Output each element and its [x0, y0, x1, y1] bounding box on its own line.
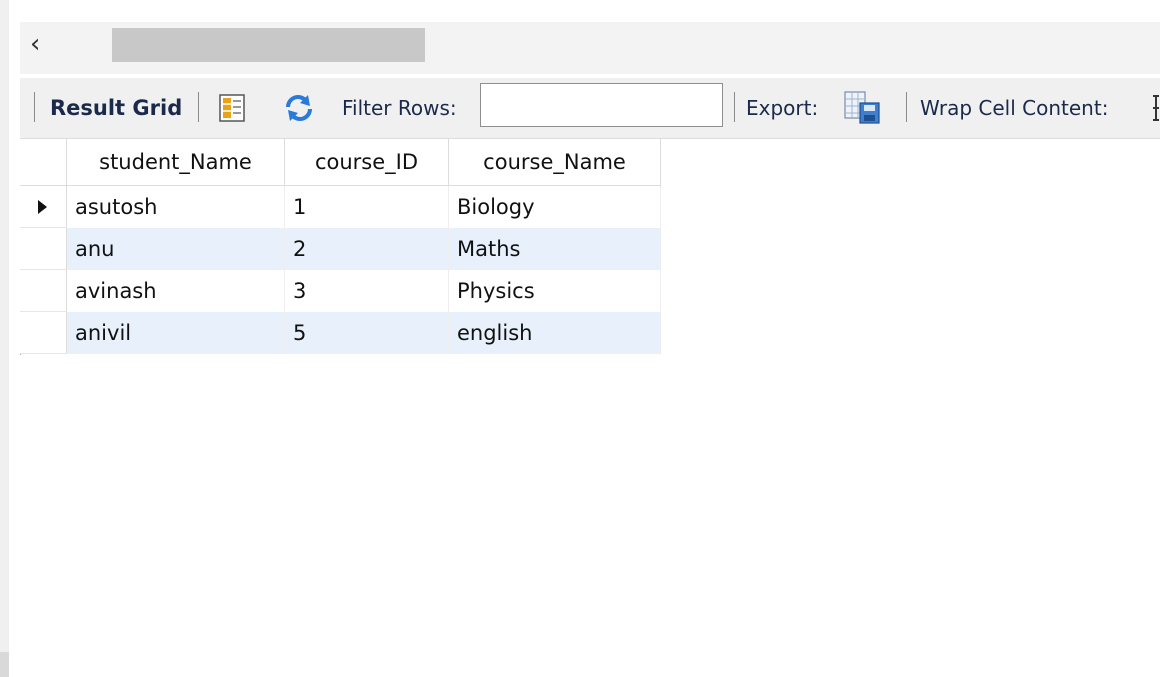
table-cell[interactable]: asutosh [66, 185, 285, 228]
result-toolbar: Result Grid Filter Rows: Export: Wrap Ce… [20, 78, 1160, 139]
table-cell[interactable]: english [448, 311, 661, 354]
table-row[interactable]: asutosh 1 Biology [20, 185, 661, 228]
table-row[interactable]: anivil 5 english [20, 311, 661, 354]
table-cell[interactable]: Physics [448, 269, 661, 312]
toolbar-separator [198, 92, 199, 122]
grid-corner[interactable] [20, 139, 67, 186]
table-cell[interactable]: 2 [284, 227, 449, 270]
result-grid-button[interactable]: Result Grid [50, 78, 182, 138]
export-label: Export: [746, 96, 819, 120]
current-row-arrow-icon [38, 199, 47, 214]
table-cell[interactable]: Biology [448, 185, 661, 228]
result-grid-window: ‹ Result Grid Filter Rows: Export: Wrap … [0, 0, 1160, 677]
toolbar-separator [34, 92, 35, 122]
table-header-row: student_Name course_ID course_Name [20, 139, 661, 186]
table-row[interactable]: anu 2 Maths [20, 227, 661, 270]
row-marker[interactable] [20, 227, 67, 270]
table-cell[interactable]: 5 [284, 311, 449, 354]
column-header-course-id[interactable]: course_ID [284, 139, 449, 186]
refresh-icon[interactable] [282, 78, 316, 138]
bottom-left-edge [0, 652, 9, 677]
column-header-course-name[interactable]: course_Name [448, 139, 661, 186]
toolbar-separator [734, 92, 735, 122]
table-row[interactable]: avinash 3 Physics [20, 269, 661, 312]
table-cell[interactable]: avinash [66, 269, 285, 312]
result-grid-table: student_Name course_ID course_Name asuto… [20, 139, 661, 354]
row-marker[interactable] [20, 185, 67, 228]
wrap-toggle-icon[interactable] [1152, 78, 1160, 138]
row-marker[interactable] [20, 311, 67, 354]
form-editor-icon[interactable] [218, 78, 246, 138]
filter-rows-input[interactable] [480, 83, 723, 127]
table-cell[interactable]: anu [66, 227, 285, 270]
table-cell[interactable]: 3 [284, 269, 449, 312]
table-cell[interactable]: anivil [66, 311, 285, 354]
tab-placeholder[interactable] [112, 28, 425, 62]
export-icon[interactable] [842, 78, 882, 138]
filter-rows-label: Filter Rows: [342, 96, 457, 120]
toolbar-separator [906, 92, 907, 122]
left-edge-panel [0, 0, 9, 652]
wrap-cell-content-label: Wrap Cell Content: [920, 96, 1109, 120]
column-header-student-name[interactable]: student_Name [66, 139, 285, 186]
table-cell[interactable]: Maths [448, 227, 661, 270]
table-cell[interactable]: 1 [284, 185, 449, 228]
chevron-left-icon[interactable]: ‹ [30, 30, 52, 58]
row-marker[interactable] [20, 269, 67, 312]
